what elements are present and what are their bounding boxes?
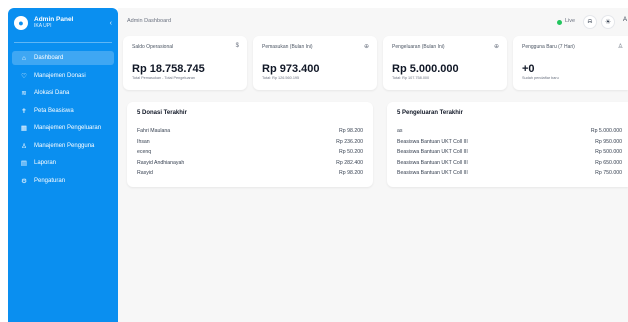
expense-amount: Rp 5.000.000 [590,128,622,134]
sidebar-item-label: Dashboard [34,55,64,61]
stat-card-pemasukan: Pemasukan (Bulan Ini) ⊕ Rp 973.400 Total… [253,36,377,90]
income-icon: ⊕ [363,44,369,50]
expense-amount: Rp 950.000 [595,138,622,145]
stat-label: Pemasukan (Bulan Ini) [262,44,313,50]
stat-label: Saldo Operasional [132,44,174,50]
stat-value: Rp 973.400 [262,63,320,75]
users-icon: ♙ [21,142,27,150]
live-status-dot [557,20,562,25]
stat-label: Pengeluaran (Bulan Ini) [392,44,445,50]
recent-expenses-card: 5 Pengeluaran Terakhir as Rp 5.000.000 B… [387,102,628,187]
expense-icon: ▦ [20,125,28,132]
recent-donations-title: 5 Donasi Terakhir [137,110,187,116]
expense-name: as [397,128,403,134]
breadcrumb: Admin Dashboard [127,18,172,24]
donation-amount: Rp 98.200 [339,128,363,134]
sidebar-item-label: Alokasi Dana [34,90,70,96]
settings-icon: ⚙ [21,177,27,185]
recent-donations-list: Fahri Maulana Rp 98.200 Ihsan Rp 236.200… [137,128,363,181]
allocation-icon: ≋ [21,90,27,97]
sun-icon: ☀ [604,19,612,26]
stat-card-pengguna-baru: Pengguna Baru (7 Hari) ♙ +0 Sudah pendaf… [513,36,628,90]
recent-expenses-list: as Rp 5.000.000 Beasiswa Bantuan UKT Col… [397,128,622,181]
stat-card-saldo: Saldo Operasional $ Rp 18.758.745 Total … [123,36,247,90]
donor-name: Rasyid [137,170,153,176]
sidebar-item-manajemen-pengeluaran[interactable]: ▦ Manajemen Pengeluaran [12,121,114,135]
sidebar-item-dashboard[interactable]: ⌂ Dashboard [12,51,114,65]
sidebar-item-label: Manajemen Pengeluaran [34,125,102,131]
notification-bell-button[interactable]: ⍾ [583,15,597,29]
list-item: Beasiswa Bantuan UKT Coll III Rp 750.000 [397,170,622,181]
stat-value: +0 [522,63,535,75]
list-item: ecenq Rp 50.200 [137,149,363,160]
list-item: Rasyid Rp 98.200 [137,170,363,181]
sidebar-item-label: Laporan [34,160,57,166]
sidebar-item-manajemen-donasi[interactable]: ♡ Manajemen Donasi [12,69,114,83]
report-icon: ▤ [20,160,28,167]
expense-name: Beasiswa Bantuan UKT Coll III [397,149,468,155]
recent-donations-card: 5 Donasi Terakhir Fahri Maulana Rp 98.20… [127,102,373,187]
sidebar-item-manajemen-pengguna[interactable]: ♙ Manajemen Pengguna [12,139,114,153]
dollar-icon: $ [235,43,239,49]
brand-subtitle: IKA UPI [34,22,52,29]
user-avatar[interactable]: A [623,17,627,23]
sidebar-item-label: Manajemen Pengguna [34,142,95,149]
live-status-label: Live [565,18,576,24]
sidebar-item-label: Peta Beasiswa [34,107,74,114]
stat-label: Pengguna Baru (7 Hari) [522,44,575,50]
expense-amount: Rp 500.000 [595,149,622,155]
list-item: as Rp 5.000.000 [397,128,622,139]
stat-note: Total: Rp 107.758.000 [392,76,430,80]
donor-name: ecenq [137,149,152,155]
sidebar-divider [14,42,112,43]
top-bar: Admin Dashboard Live ⍾ ☀ A [118,8,628,36]
sidebar-item-alokasi-dana[interactable]: ≋ Alokasi Dana [12,86,114,100]
collapse-sidebar-icon[interactable]: ‹ [110,20,112,27]
donation-amount: Rp 50.200 [339,149,363,155]
sidebar-item-label: Pengaturan [34,177,66,184]
stat-note: Sudah pendaftar baru [522,76,559,80]
home-icon: ⌂ [22,54,26,62]
users-icon: ♙ [617,44,623,50]
list-item: Beasiswa Bantuan UKT Coll III Rp 650.000 [397,160,622,171]
sidebar-item-label: Manajemen Donasi [34,72,86,79]
brand-text: Admin Panel IKA UPI [34,16,110,29]
brand: ● Admin Panel IKA UPI ‹ [8,8,118,38]
donation-amount: Rp 98.200 [339,170,363,176]
list-item: Ihsan Rp 236.200 [137,139,363,150]
sidebar-item-peta-beasiswa[interactable]: ✝ Peta Beasiswa [12,104,114,118]
main-content: Saldo Operasional $ Rp 18.758.745 Total … [118,36,628,322]
donation-icon: ♡ [21,72,27,80]
stat-value: Rp 5.000.000 [392,63,459,75]
map-pin-icon: ✝ [21,107,27,115]
expense-icon: ⊕ [493,44,499,50]
donation-amount: Rp 282.400 [336,159,363,166]
theme-toggle-button[interactable]: ☀ [601,15,615,29]
stat-value: Rp 18.758.745 [132,63,205,75]
expense-name: Beasiswa Bantuan UKT Coll III [397,159,468,166]
sidebar-item-laporan[interactable]: ▤ Laporan [12,156,114,170]
list-item: Beasiswa Bantuan UKT Coll III Rp 950.000 [397,139,622,150]
donor-name: Fahri Maulana [137,128,171,134]
donation-amount: Rp 236.200 [336,138,363,145]
sidebar-item-pengaturan[interactable]: ⚙ Pengaturan [12,174,114,188]
recent-expenses-title: 5 Pengeluaran Terakhir [397,110,463,116]
expense-name: Beasiswa Bantuan UKT Coll III [397,138,468,145]
expense-name: Beasiswa Bantuan UKT Coll III [397,170,468,176]
list-item: Beasiswa Bantuan UKT Coll III Rp 500.000 [397,149,622,160]
donor-name: Rasyid Andhianayah [137,159,185,166]
logo-icon: ● [14,16,28,30]
expense-amount: Rp 750.000 [595,170,622,176]
list-item: Rasyid Andhianayah Rp 282.400 [137,160,363,171]
list-item: Fahri Maulana Rp 98.200 [137,128,363,139]
bell-icon: ⍾ [587,18,593,25]
stat-note: Total Pemasukan - Total Pengeluaran [132,76,196,80]
sidebar: ● Admin Panel IKA UPI ‹ ⌂ Dashboard ♡ Ma… [8,8,118,322]
stat-note: Total: Rp 126.560.195 [262,76,300,80]
stat-card-pengeluaran: Pengeluaran (Bulan Ini) ⊕ Rp 5.000.000 T… [383,36,507,90]
donor-name: Ihsan [137,138,150,145]
expense-amount: Rp 650.000 [595,159,622,166]
